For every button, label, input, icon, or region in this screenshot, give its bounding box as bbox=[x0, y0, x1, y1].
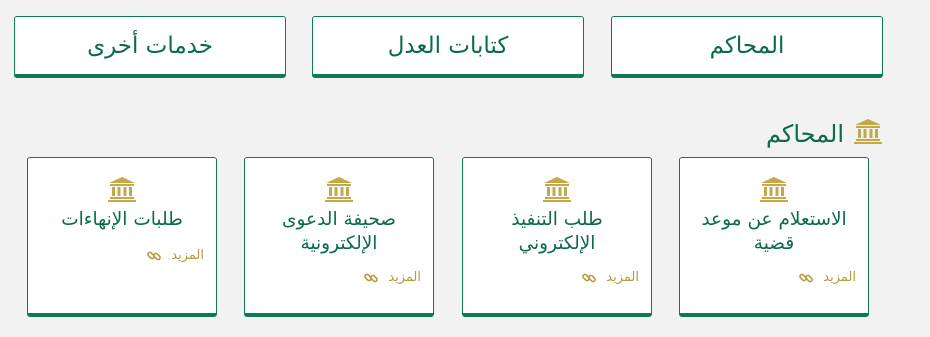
courthouse-icon bbox=[680, 176, 868, 202]
section-title: المحاكم bbox=[765, 120, 844, 148]
more-label: المزيد bbox=[606, 270, 639, 285]
courthouse-icon bbox=[463, 176, 651, 202]
link-icon bbox=[582, 271, 597, 285]
tab-label: المحاكم bbox=[709, 32, 785, 59]
link-icon bbox=[147, 249, 162, 263]
more-label: المزيد bbox=[171, 248, 204, 263]
more-link[interactable]: المزيد bbox=[364, 270, 421, 285]
card-title: صحيفة الدعوى الإلكترونية bbox=[282, 209, 396, 254]
tab-courts[interactable]: المحاكم bbox=[611, 16, 883, 78]
tab-notaries[interactable]: كتابات العدل bbox=[312, 16, 584, 78]
more-link[interactable]: المزيد bbox=[147, 248, 204, 263]
courthouse-icon bbox=[245, 176, 433, 202]
tab-label: خدمات أخرى bbox=[87, 32, 213, 59]
tab-label: كتابات العدل bbox=[387, 32, 509, 59]
service-card-execution-request[interactable]: طلب التنفيذ الإلكتروني المزيد bbox=[462, 157, 652, 317]
card-title: طلبات الإنهاءات bbox=[61, 209, 183, 230]
link-icon bbox=[799, 271, 814, 285]
more-link[interactable]: المزيد bbox=[582, 270, 639, 285]
service-card-electronic-lawsuit[interactable]: صحيفة الدعوى الإلكترونية المزيد bbox=[244, 157, 434, 317]
courthouse-icon bbox=[854, 118, 882, 150]
link-icon bbox=[364, 271, 379, 285]
service-card-case-date-inquiry[interactable]: الاستعلام عن موعد قضية المزيد bbox=[679, 157, 869, 317]
more-label: المزيد bbox=[823, 270, 856, 285]
card-title: طلب التنفيذ الإلكتروني bbox=[511, 209, 603, 254]
card-title: الاستعلام عن موعد قضية bbox=[701, 209, 847, 254]
courthouse-icon bbox=[28, 176, 216, 202]
tab-other-services[interactable]: خدمات أخرى bbox=[14, 16, 286, 78]
more-link[interactable]: المزيد bbox=[799, 270, 856, 285]
more-label: المزيد bbox=[388, 270, 421, 285]
section-heading: المحاكم bbox=[766, 118, 882, 150]
service-card-termination-requests[interactable]: طلبات الإنهاءات المزيد bbox=[27, 157, 217, 317]
